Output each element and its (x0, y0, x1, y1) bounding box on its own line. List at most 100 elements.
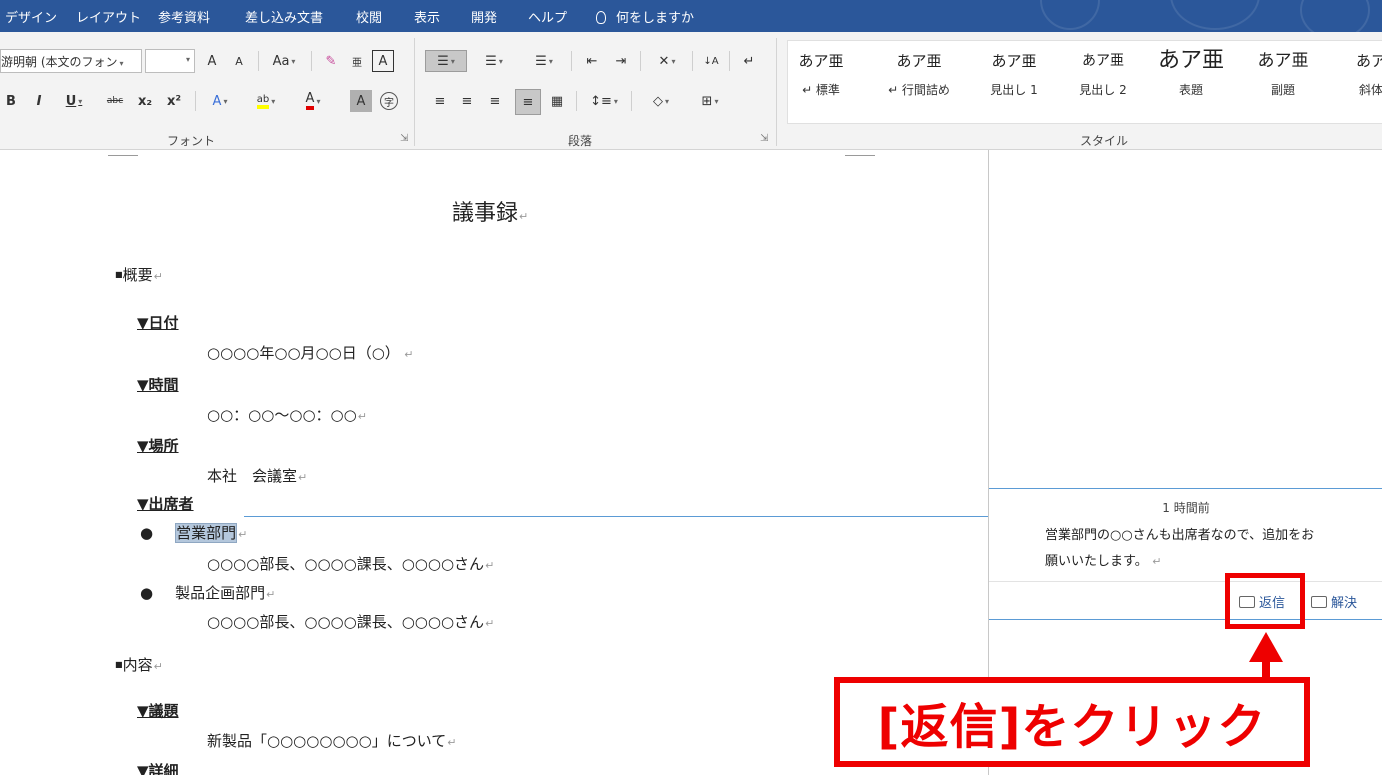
label-text: ▼時間 (137, 376, 179, 394)
style-title[interactable]: あア亜 表題 (1146, 47, 1236, 98)
tab-mailings[interactable]: 差し込み文書 (245, 7, 323, 26)
multilevel-list-icon: ☰ (535, 53, 547, 69)
style-heading-2[interactable]: あア亜 見出し 2 (1058, 47, 1148, 98)
character-border-icon: A (378, 53, 388, 69)
bold-button[interactable]: B (0, 90, 22, 112)
line-spacing-icon: ↕≡ (590, 93, 612, 109)
decrease-indent-icon: ⇤ (586, 53, 598, 69)
chevron-down-icon: ▾ (548, 56, 553, 66)
document-title: 議事録↵ (452, 195, 528, 227)
bulleted-list-icon: ☰ (437, 53, 449, 69)
style-preview: あア (1355, 52, 1382, 70)
shrink-font-icon: A (235, 54, 243, 68)
bullets-button[interactable]: ☰ ▾ (425, 50, 467, 72)
tab-design[interactable]: デザイン (5, 7, 57, 26)
subscript-button[interactable]: x₂ (134, 90, 156, 112)
style-preview: あア亜 (798, 52, 844, 70)
multilevel-list-button[interactable]: ☰ ▾ (524, 50, 564, 72)
paragraph-dialog-launcher-icon[interactable]: ⇲ (760, 133, 768, 144)
borders-icon: ⊞ (701, 93, 713, 109)
borders-button[interactable]: ⊞ ▾ (690, 90, 730, 112)
chevron-down-icon: ▾ (291, 56, 296, 66)
underline-icon: U (65, 93, 77, 109)
highlight-color-button[interactable]: ab ▾ (247, 90, 285, 112)
character-shading-button[interactable]: A (350, 90, 372, 112)
styles-gallery: あア亜 ↵ 標準 あア亜 ↵ 行間詰め あア亜 見出し 1 あア亜 見出し 2 … (787, 40, 1382, 124)
ribbon: 游明朝 (本文のフォン ▾ ▾ A A Aa ▾ ✎ 亜 A B I U ▾ abc … (0, 32, 1382, 150)
clear-formatting-button[interactable]: ✎ (320, 50, 342, 72)
justify-button[interactable]: ≡ (515, 89, 541, 115)
paragraph-mark: ↵ (238, 528, 248, 541)
title-text: 議事録 (452, 201, 519, 226)
style-heading-1[interactable]: あア亜 見出し 1 (969, 47, 1059, 98)
tab-view[interactable]: 表示 (414, 7, 440, 26)
sort-icon: ↓A (703, 55, 719, 67)
tab-developer[interactable]: 開発 (471, 7, 497, 26)
underline-button[interactable]: U ▾ (55, 90, 93, 112)
change-case-icon: Aa (272, 53, 290, 69)
character-border-button[interactable]: A (372, 50, 394, 72)
highlight-box (1225, 573, 1305, 629)
tell-me-search[interactable]: 何をしますか (596, 7, 694, 26)
selected-text[interactable]: 営業部門 (175, 523, 238, 543)
align-left-button[interactable]: ≡ (429, 90, 451, 112)
ribbon-tab-bar: デザイン レイアウト 参考資料 差し込み文書 校閲 表示 開発 ヘルプ 何をしま… (0, 0, 1382, 32)
font-color-button[interactable]: A ▾ (294, 90, 332, 112)
show-formatting-marks-button[interactable]: ↵ (738, 50, 760, 72)
paragraph-mark: ↵ (266, 588, 276, 601)
decrease-indent-button[interactable]: ⇤ (581, 50, 603, 72)
asian-layout-button[interactable]: ✕ ▾ (648, 50, 686, 72)
crop-mark (845, 155, 875, 156)
shrink-font-button[interactable]: A (228, 50, 250, 72)
numbered-list-icon: ☰ (485, 53, 497, 69)
phonetic-guide-button[interactable]: 亜 (346, 50, 368, 72)
item-value: 本社 会議室↵ (207, 465, 307, 486)
chevron-down-icon: ▾ (271, 96, 276, 106)
value-text: ○○：○○～○○：○○ (207, 406, 357, 424)
align-left-icon: ≡ (434, 93, 446, 109)
section-text: 概要 (122, 266, 153, 284)
tab-help[interactable]: ヘルプ (528, 7, 567, 26)
tab-layout[interactable]: レイアウト (76, 7, 141, 26)
change-case-button[interactable]: Aa ▾ (266, 50, 302, 72)
style-preview: あア亜 (1257, 51, 1309, 71)
align-right-button[interactable]: ≡ (484, 90, 506, 112)
font-size-select[interactable]: ▾ (145, 49, 195, 73)
arrow-up-icon (1249, 632, 1283, 662)
bullet-item: ● 営業部門 ↵ (140, 522, 247, 543)
style-emphasis[interactable]: あア 斜体 (1326, 47, 1382, 98)
comment-card[interactable]: 1 時間前 営業部門の○○さんも出席者なので、追加をお 願いいたします。 ↵ 返… (989, 488, 1382, 620)
asian-layout-icon: ✕ (658, 53, 670, 69)
grow-font-button[interactable]: A (201, 50, 223, 72)
style-subtitle[interactable]: あア亜 副題 (1238, 47, 1328, 98)
text-effects-icon: A (212, 93, 222, 109)
center-button[interactable]: ≡ (456, 90, 478, 112)
eraser-icon: ✎ (325, 53, 337, 69)
numbering-button[interactable]: ☰ ▾ (474, 50, 514, 72)
enclose-characters-button[interactable]: 字 (380, 92, 398, 110)
grow-font-icon: A (207, 53, 217, 69)
paragraph-mark: ↵ (485, 617, 495, 630)
sort-button[interactable]: ↓A (700, 50, 722, 72)
line-spacing-button[interactable]: ↕≡ ▾ (584, 90, 624, 112)
italic-button[interactable]: I (28, 90, 50, 112)
text-effects-button[interactable]: A ▾ (202, 90, 238, 112)
tab-review[interactable]: 校閲 (356, 7, 382, 26)
increase-indent-button[interactable]: ⇥ (610, 50, 632, 72)
style-name: 斜体 (1358, 83, 1382, 97)
superscript-button[interactable]: x² (163, 90, 185, 112)
item-label: ▼時間 (137, 374, 179, 395)
style-normal[interactable]: あア亜 ↵ 標準 (776, 47, 866, 98)
font-name-select[interactable]: 游明朝 (本文のフォン ▾ (0, 49, 142, 73)
font-dialog-launcher-icon[interactable]: ⇲ (400, 133, 408, 144)
comment-text-line: 営業部門の○○さんも出席者なので、追加をお (1045, 528, 1315, 543)
style-no-spacing[interactable]: あア亜 ↵ 行間詰め (874, 47, 964, 98)
strikethrough-button[interactable]: abc (104, 90, 126, 112)
distributed-button[interactable]: ▦ (546, 90, 568, 112)
shading-button[interactable]: ◇ ▾ (640, 90, 682, 112)
value-text: ○○○○部長、○○○○課長、○○○○さん (207, 555, 485, 573)
tab-references[interactable]: 参考資料 (158, 7, 210, 26)
resolve-button[interactable]: 解決 (1311, 592, 1357, 611)
chevron-down-icon: ▾ (223, 96, 228, 106)
justify-icon: ≡ (522, 94, 534, 110)
